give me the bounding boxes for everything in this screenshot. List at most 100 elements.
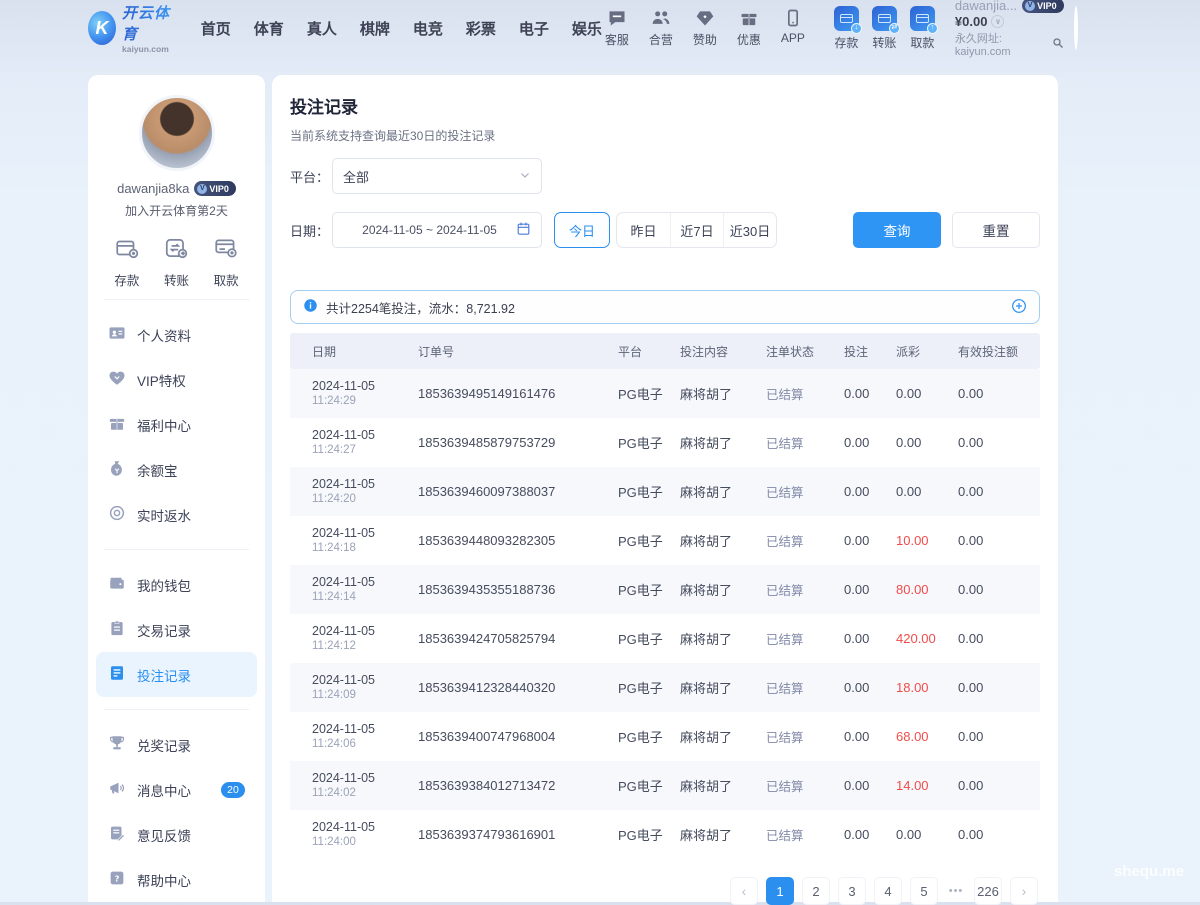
header-content: 投注内容 (680, 343, 766, 360)
sidebar-item-rebate[interactable]: 实时返水 (96, 492, 257, 537)
transfer-button[interactable]: ⇄ 转账 (872, 6, 897, 51)
cell-status: 已结算 (766, 776, 844, 795)
sidebar-menu-group-1: 个人资料 VIP特权 福利中心 余额宝 实时返水 (88, 310, 265, 539)
sidebar-item-prize-records[interactable]: 兑奖记录 (96, 722, 257, 767)
cell-platform: PG电子 (618, 776, 680, 795)
yesterday-filter-button[interactable]: 昨日 (617, 213, 670, 247)
next-page-button[interactable]: › (1010, 877, 1038, 905)
cell-order: 1853639485879753729 (418, 435, 618, 450)
cell-bet: 0.00 (844, 631, 896, 646)
vip-shield-icon: V (197, 184, 207, 194)
nav-item-sports[interactable]: 体育 (254, 18, 284, 39)
sidebar-item-bet-records[interactable]: 投注记录 (96, 652, 257, 697)
sidebar-item-wallet[interactable]: 我的钱包 (96, 562, 257, 607)
cell-payout: 80.00 (896, 582, 958, 597)
withdraw-button[interactable]: ↑ 取款 (910, 6, 935, 51)
promo-button[interactable]: 优惠 (734, 8, 764, 48)
cell-payout: 14.00 (896, 778, 958, 793)
sidebar-item-help[interactable]: ? 帮助中心 (96, 857, 257, 902)
cell-order: 1853639460097388037 (418, 484, 618, 499)
username-text: dawanjia... (955, 0, 1017, 13)
nav-item-chess[interactable]: 棋牌 (360, 18, 390, 39)
diamond-icon (695, 8, 715, 28)
nav-item-esports[interactable]: 电竞 (413, 18, 443, 39)
sidebar-item-yuebao[interactable]: 余额宝 (96, 447, 257, 492)
sidebar-item-vip[interactable]: VIP特权 (96, 357, 257, 402)
nav-item-live[interactable]: 真人 (307, 18, 337, 39)
partnership-button[interactable]: 合营 (646, 8, 676, 48)
summary-bar: 共计2254笔投注，流水：8,721.92 (290, 290, 1040, 324)
last7days-filter-button[interactable]: 近7日 (670, 213, 723, 247)
cell-content: 麻将胡了 (680, 384, 766, 403)
nav-item-slots[interactable]: 电子 (519, 18, 549, 39)
customer-service-button[interactable]: 客服 (602, 8, 632, 48)
cell-valid: 0.00 (958, 386, 1038, 401)
cell-order: 1853639448093282305 (418, 533, 618, 548)
page-button-3[interactable]: 3 (838, 877, 866, 905)
balance-amount: ¥0.00 (955, 14, 988, 29)
platform-select[interactable]: 全部 (332, 158, 542, 194)
sidebar-transfer-button[interactable]: 转账 (163, 235, 189, 289)
brand-logo[interactable]: K 开云体育 kaiyun.com (88, 2, 175, 54)
cell-date: 2024-11-0511:24:27 (290, 427, 418, 458)
cell-bet: 0.00 (844, 680, 896, 695)
sidebar-item-welfare[interactable]: 福利中心 (96, 402, 257, 447)
deposit-card-icon: ↓ (834, 6, 859, 31)
cell-status: 已结算 (766, 825, 844, 844)
message-count-badge: 20 (221, 782, 245, 798)
expand-plus-icon[interactable] (1011, 298, 1027, 317)
last30days-filter-button[interactable]: 近30日 (723, 213, 776, 247)
deposit-button[interactable]: ↓ 存款 (834, 6, 859, 51)
page-ellipsis[interactable]: ••• (946, 885, 966, 897)
cell-bet: 0.00 (844, 827, 896, 842)
profile-username: dawanjia8ka (117, 181, 189, 196)
profile-vip-badge[interactable]: V VIP0 (194, 181, 236, 196)
search-icon[interactable] (1052, 37, 1064, 52)
page-button-5[interactable]: 5 (910, 877, 938, 905)
cell-content: 麻将胡了 (680, 727, 766, 746)
sponsor-button[interactable]: 赞助 (690, 8, 720, 48)
table-row: 2024-11-0511:24:09 1853639412328440320 P… (290, 663, 1040, 712)
avatar[interactable] (1074, 6, 1078, 50)
cell-order: 1853639495149161476 (418, 386, 618, 401)
sidebar-menu-group-2: 我的钱包 交易记录 投注记录 (88, 560, 265, 699)
date-quick-group: 昨日 近7日 近30日 (616, 212, 777, 248)
brand-domain: kaiyun.com (122, 44, 175, 54)
cell-status: 已结算 (766, 384, 844, 403)
cell-status: 已结算 (766, 531, 844, 550)
table-row: 2024-11-0511:24:06 1853639400747968004 P… (290, 712, 1040, 761)
sidebar-deposit-button[interactable]: 存款 (114, 235, 140, 289)
page-button-1[interactable]: 1 (766, 877, 794, 905)
sidebar-item-messages[interactable]: 消息中心 20 (96, 767, 257, 812)
nav-item-entertainment[interactable]: 娱乐 (572, 18, 602, 39)
app-download-button[interactable]: APP (778, 8, 808, 48)
people-icon (651, 8, 671, 28)
page-button-4[interactable]: 4 (874, 877, 902, 905)
prev-page-button[interactable]: ‹ (730, 877, 758, 905)
cell-platform: PG电子 (618, 384, 680, 403)
cell-valid: 0.00 (958, 729, 1038, 744)
header-payout: 派彩 (896, 343, 958, 360)
profile-avatar[interactable] (139, 95, 215, 171)
page-button-last[interactable]: 226 (974, 877, 1002, 905)
divider (104, 299, 249, 300)
balance-dropdown[interactable]: ¥0.00 ∨ (955, 14, 1064, 29)
nav-item-home[interactable]: 首页 (201, 18, 231, 39)
bet-records-table: 日期 订单号 平台 投注内容 注单状态 投注 派彩 有效投注额 2024-11-… (290, 333, 1040, 859)
date-range-input[interactable]: 2024-11-05 ~ 2024-11-05 (332, 212, 542, 248)
vip-badge[interactable]: V VIP0 (1022, 0, 1064, 13)
reset-button[interactable]: 重置 (952, 212, 1040, 248)
sidebar-menu-group-3: 兑奖记录 消息中心 20 意见反馈 ? 帮助中心 (88, 720, 265, 904)
cell-valid: 0.00 (958, 827, 1038, 842)
clipboard-icon (108, 619, 126, 640)
nav-item-lottery[interactable]: 彩票 (466, 18, 496, 39)
search-button[interactable]: 查询 (853, 212, 941, 248)
main-nav: 首页 体育 真人 棋牌 电竞 彩票 电子 娱乐 (201, 18, 602, 39)
sidebar-item-feedback[interactable]: 意见反馈 (96, 812, 257, 857)
page-button-2[interactable]: 2 (802, 877, 830, 905)
today-filter-button[interactable]: 今日 (554, 212, 610, 248)
sidebar-withdraw-button[interactable]: 取款 (213, 235, 239, 289)
header-date: 日期 (290, 343, 418, 360)
sidebar-item-transactions[interactable]: 交易记录 (96, 607, 257, 652)
sidebar-item-profile[interactable]: 个人资料 (96, 312, 257, 357)
